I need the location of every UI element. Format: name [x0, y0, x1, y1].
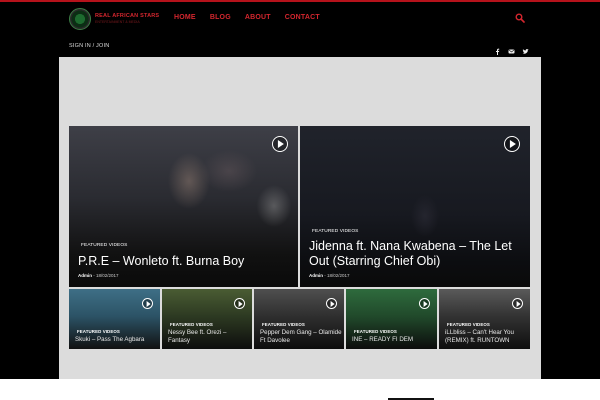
nav-about[interactable]: ABOUT	[245, 14, 271, 21]
video-title[interactable]: iLLbliss – Can't Hear You (REMIX) ft. RU…	[445, 329, 529, 345]
post-date: 18/02/2017	[96, 273, 119, 278]
play-icon[interactable]	[272, 136, 288, 152]
video-title[interactable]: Skuki – Pass The Agbara	[75, 336, 159, 344]
category-label[interactable]: FEATURED VIDEOS	[170, 322, 213, 327]
featured-title-1[interactable]: P.R.E – Wonleto ft. Burna Boy	[78, 254, 244, 269]
play-icon[interactable]	[326, 298, 337, 309]
video-card-2[interactable]: FEATURED VIDEOS Nessy Bee ft. Orezi – Fa…	[162, 289, 252, 349]
video-card-4[interactable]: FEATURED VIDEOS INE – READY FI DEM	[346, 289, 437, 349]
facebook-icon[interactable]	[494, 42, 501, 55]
video-title[interactable]: Nessy Bee ft. Orezi – Fantasy	[168, 329, 250, 345]
video-title[interactable]: INE – READY FI DEM	[352, 336, 436, 344]
category-label[interactable]: FEATURED VIDEOS	[81, 243, 127, 248]
featured-card-2[interactable]: FEATURED VIDEOS Jidenna ft. Nana Kwabena…	[300, 126, 530, 287]
main-nav: HOME BLOG ABOUT CONTACT	[174, 14, 334, 21]
video-title[interactable]: Pepper Dem Gang – Olamide Ft Davolee	[260, 329, 342, 345]
post-meta: Admin - 18/02/2017	[309, 273, 350, 278]
category-label[interactable]: FEATURED VIDEOS	[447, 322, 490, 327]
play-icon[interactable]	[512, 298, 523, 309]
category-label[interactable]: FEATURED VIDEOS	[262, 322, 305, 327]
category-label[interactable]: FEATURED VIDEOS	[354, 329, 397, 334]
play-icon[interactable]	[504, 136, 520, 152]
featured-card-1[interactable]: FEATURED VIDEOS P.R.E – Wonleto ft. Burn…	[69, 126, 298, 287]
mail-icon[interactable]	[508, 42, 515, 54]
site-header: REAL AFRICAN STARS ENTERTAINMENT & MEDIA…	[0, 2, 600, 35]
video-card-3[interactable]: FEATURED VIDEOS Pepper Dem Gang – Olamid…	[254, 289, 344, 349]
logo-name: REAL AFRICAN STARS	[95, 13, 160, 19]
site-logo[interactable]: REAL AFRICAN STARS ENTERTAINMENT & MEDIA	[69, 8, 159, 30]
search-icon[interactable]	[515, 13, 525, 23]
play-icon[interactable]	[142, 298, 153, 309]
nav-blog[interactable]: BLOG	[210, 14, 231, 21]
logo-emblem-icon	[69, 8, 91, 30]
post-meta: Admin - 18/02/2017	[78, 273, 119, 278]
post-date: 18/02/2017	[327, 273, 350, 278]
play-icon[interactable]	[419, 298, 430, 309]
author-name[interactable]: Admin	[78, 273, 92, 278]
nav-contact[interactable]: CONTACT	[285, 14, 320, 21]
logo-tagline: ENTERTAINMENT & MEDIA	[95, 19, 140, 24]
twitter-icon[interactable]	[522, 42, 529, 54]
category-label[interactable]: FEATURED VIDEOS	[312, 229, 358, 234]
footer-area	[0, 379, 600, 400]
nav-home[interactable]: HOME	[174, 14, 196, 21]
play-icon[interactable]	[234, 298, 245, 309]
top-bar: SIGN IN / JOIN	[0, 35, 600, 57]
sign-in-join-link[interactable]: SIGN IN / JOIN	[69, 43, 109, 49]
category-label[interactable]: FEATURED VIDEOS	[77, 329, 120, 334]
social-links	[494, 42, 529, 55]
video-card-1[interactable]: FEATURED VIDEOS Skuki – Pass The Agbara	[69, 289, 160, 349]
video-card-5[interactable]: FEATURED VIDEOS iLLbliss – Can't Hear Yo…	[439, 289, 530, 349]
author-name[interactable]: Admin	[309, 273, 323, 278]
featured-title-2[interactable]: Jidenna ft. Nana Kwabena – The Let Out (…	[309, 239, 521, 269]
